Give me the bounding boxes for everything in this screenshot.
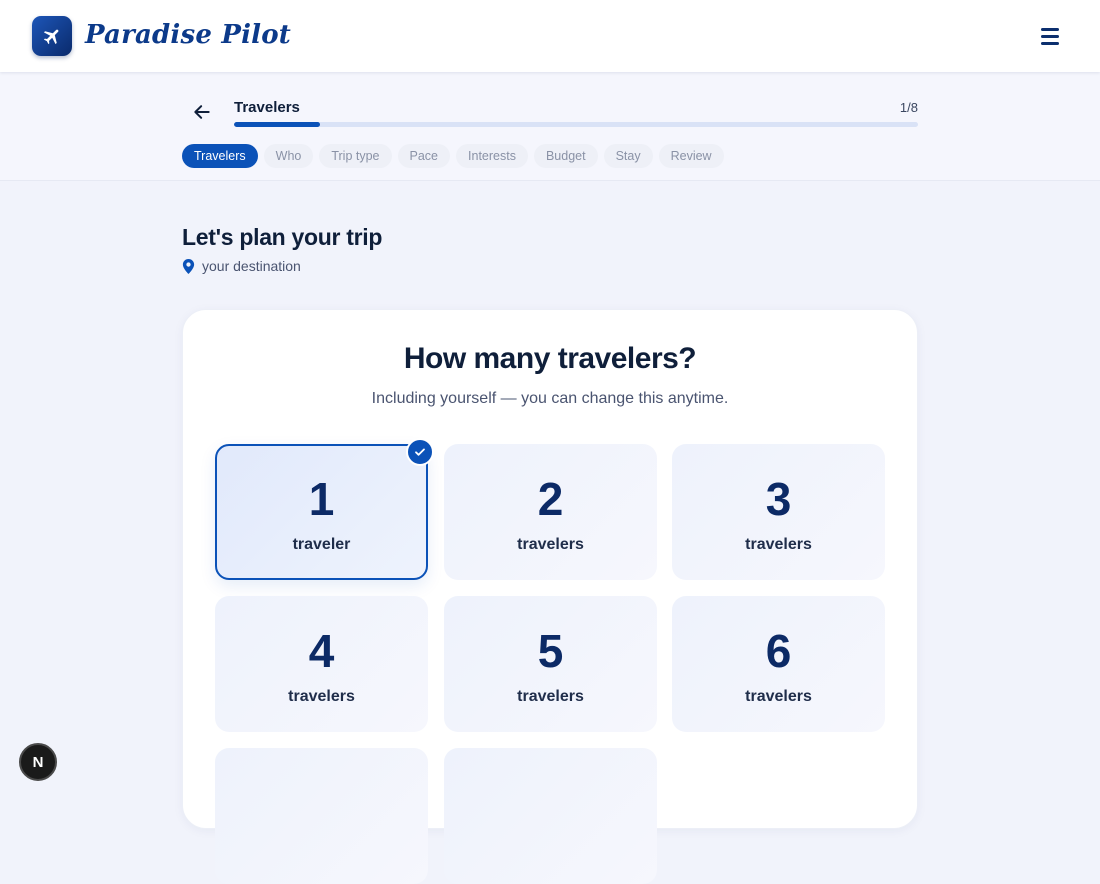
step-tab-who[interactable]: Who [263, 144, 314, 168]
step-tab-review[interactable]: Review [658, 144, 724, 168]
progress-bar-fill [234, 122, 320, 127]
checkmark-icon [406, 438, 434, 466]
traveler-option[interactable]: 6 travelers [672, 596, 885, 732]
traveler-option[interactable]: 5 travelers [444, 596, 657, 732]
traveler-option[interactable] [215, 748, 428, 884]
option-label: travelers [745, 688, 812, 705]
option-number: 3 [765, 473, 792, 525]
arrow-left-icon [194, 105, 210, 119]
option-label: traveler [292, 536, 351, 553]
question-title: How many travelers? [403, 342, 697, 375]
option-number: 5 [537, 625, 564, 677]
traveler-option[interactable]: 2 travelers [444, 444, 657, 580]
hamburger-menu-icon[interactable] [1036, 22, 1064, 50]
destination-line: your destination [182, 258, 301, 274]
traveler-option[interactable] [444, 748, 657, 884]
question-card: How many travelers? Including yourself —… [182, 309, 918, 884]
option-label: travelers [517, 688, 584, 705]
option-number: 1 [308, 473, 335, 525]
option-label: travelers [517, 536, 584, 553]
dev-tools-badge[interactable]: N [19, 743, 57, 781]
step-tabs: Travelers Who Trip type Pace Interests Budget… [182, 144, 724, 168]
option-number: 4 [308, 625, 335, 677]
page-title: Let's plan your trip [182, 224, 383, 250]
question-subtitle: Including yourself — you can change this… [371, 390, 729, 407]
back-button[interactable] [190, 100, 214, 124]
option-label: travelers [288, 688, 355, 705]
option-number: 6 [765, 625, 792, 677]
traveler-option[interactable]: 4 travelers [215, 596, 428, 732]
step-tab-trip-type[interactable]: Trip type [319, 144, 392, 168]
option-label: travelers [745, 536, 812, 553]
step-tab-travelers[interactable]: Travelers [182, 144, 258, 168]
brand-name[interactable]: Paradise Pilot [85, 20, 291, 50]
destination-label: your destination [202, 258, 301, 274]
step-tab-budget[interactable]: Budget [533, 144, 598, 168]
step-tab-pace[interactable]: Pace [397, 144, 451, 168]
step-tab-stay[interactable]: Stay [603, 144, 653, 168]
progress-bar [234, 122, 918, 127]
step-counter: 1/8 [899, 100, 918, 115]
step-tab-interests[interactable]: Interests [456, 144, 528, 168]
map-pin-icon [182, 258, 195, 274]
current-step-title: Travelers [234, 99, 300, 116]
option-number: 2 [537, 473, 564, 525]
traveler-option[interactable]: 3 travelers [672, 444, 885, 580]
wizard-header: Travelers 1/8 Travelers Who Trip type Pace I… [0, 72, 1100, 181]
traveler-option[interactable]: 1 traveler [215, 438, 434, 580]
logo[interactable] [32, 16, 72, 56]
top-navigation-bar: Paradise Pilot [0, 0, 1100, 72]
airplane-icon [43, 29, 59, 45]
